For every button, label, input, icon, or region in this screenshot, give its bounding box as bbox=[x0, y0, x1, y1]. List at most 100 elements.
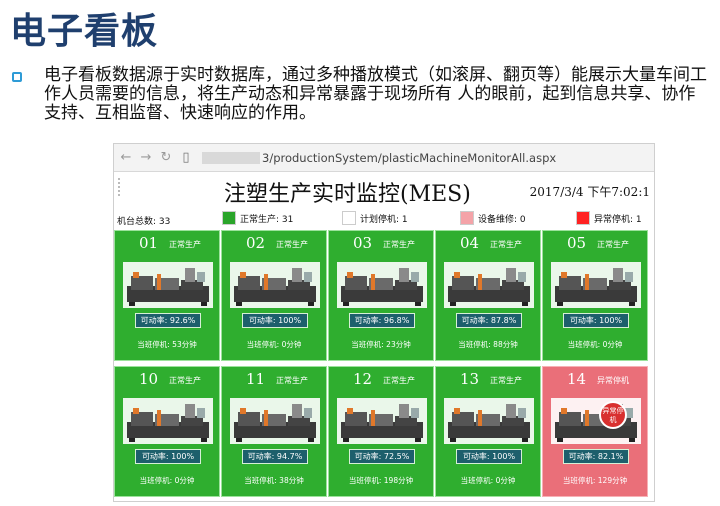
machine-image bbox=[551, 262, 641, 308]
mes-datetime: 2017/3/4 下午7:02:1 bbox=[529, 185, 650, 199]
shift-downtime: 当班停机: 0分钟 bbox=[139, 476, 195, 485]
machine-card[interactable]: 01 正常生产 可动率: 92.6% 当班停机: 53分钟 bbox=[114, 230, 220, 361]
shift-downtime: 当班停机: 53分钟 bbox=[137, 340, 197, 349]
machine-number: 13 bbox=[460, 370, 480, 388]
machine-status: 正常生产 bbox=[597, 240, 629, 249]
injection-machine-icon bbox=[123, 398, 213, 444]
logo-icon bbox=[118, 178, 130, 196]
shift-downtime: 当班停机: 198分钟 bbox=[348, 476, 414, 485]
injection-machine-icon bbox=[123, 262, 213, 308]
legend-planned: 计划停机: 1 bbox=[342, 211, 408, 225]
machine-status: 正常生产 bbox=[276, 240, 308, 249]
legend-normal: 正常生产: 31 bbox=[222, 211, 293, 225]
shift-downtime: 当班停机: 23分钟 bbox=[351, 340, 411, 349]
slide-title: 电子看板 bbox=[10, 11, 159, 52]
bullet-text: 电子看板数据源于实时数据库，通过多种播放模式（如滚屏、翻页等）能展示大量车间工作… bbox=[44, 65, 707, 123]
availability-rate: 可动率: 72.5% bbox=[349, 449, 415, 464]
shift-downtime: 当班停机: 0分钟 bbox=[460, 476, 516, 485]
back-icon[interactable]: ← bbox=[118, 150, 134, 165]
machine-status: 正常生产 bbox=[490, 376, 522, 385]
mes-title: 注塑生产实时监控(MES) bbox=[224, 182, 471, 207]
machine-number: 04 bbox=[460, 234, 480, 252]
machine-card[interactable]: 13 正常生产 可动率: 100% 当班停机: 0分钟 bbox=[435, 366, 541, 497]
machine-image bbox=[230, 262, 320, 308]
machine-status: 正常生产 bbox=[383, 240, 415, 249]
machine-card[interactable]: 10 正常生产 可动率: 100% 当班停机: 0分钟 bbox=[114, 366, 220, 497]
machine-number: 12 bbox=[353, 370, 373, 388]
address-bar: ← → ↻ ▯ 3/productionSystem/plasticMachin… bbox=[114, 144, 654, 172]
url-text: 3/productionSystem/plasticMachineMonitor… bbox=[262, 150, 557, 165]
machine-number: 11 bbox=[246, 370, 266, 388]
injection-machine-icon bbox=[551, 262, 641, 308]
legend-swatch bbox=[342, 211, 356, 225]
machine-status: 正常生产 bbox=[490, 240, 522, 249]
alarm-icon: 异常停机 bbox=[599, 401, 627, 429]
availability-rate: 可动率: 96.8% bbox=[349, 313, 415, 328]
machine-card[interactable]: 12 正常生产 可动率: 72.5% 当班停机: 198分钟 bbox=[328, 366, 434, 497]
injection-machine-icon bbox=[337, 262, 427, 308]
availability-rate: 可动率: 100% bbox=[135, 449, 201, 464]
machine-image bbox=[230, 398, 320, 444]
shift-downtime: 当班停机: 88分钟 bbox=[458, 340, 518, 349]
injection-machine-icon bbox=[337, 398, 427, 444]
machine-status: 正常生产 bbox=[169, 240, 201, 249]
availability-rate: 可动率: 100% bbox=[563, 313, 629, 328]
machine-image bbox=[444, 262, 534, 308]
legend-swatch bbox=[576, 211, 590, 225]
bullet-icon bbox=[12, 72, 22, 82]
availability-rate: 可动率: 92.6% bbox=[135, 313, 201, 328]
legend-label: 正常生产: 31 bbox=[240, 214, 294, 225]
shift-downtime: 当班停机: 0分钟 bbox=[567, 340, 623, 349]
machine-image bbox=[551, 398, 641, 444]
machine-card[interactable]: 14 异常停机 异常停机 可动率: 82.1% 当班停机: 129分钟 bbox=[542, 366, 648, 497]
machine-card[interactable]: 04 正常生产 可动率: 87.8% 当班停机: 88分钟 bbox=[435, 230, 541, 361]
url-field[interactable]: 3/productionSystem/plasticMachineMonitor… bbox=[200, 151, 556, 165]
availability-rate: 可动率: 82.1% bbox=[563, 449, 629, 464]
legend-swatch bbox=[460, 211, 474, 225]
machine-number: 01 bbox=[139, 234, 159, 252]
machine-status: 正常生产 bbox=[169, 376, 201, 385]
machine-number: 02 bbox=[246, 234, 266, 252]
availability-rate: 可动率: 100% bbox=[456, 449, 522, 464]
bullet-paragraph: 电子看板数据源于实时数据库，通过多种播放模式（如滚屏、翻页等）能展示大量车间工作… bbox=[12, 66, 712, 123]
legend-label: 异常停机: 1 bbox=[594, 214, 642, 225]
machine-card[interactable]: 11 正常生产 可动率: 94.7% 当班停机: 38分钟 bbox=[221, 366, 327, 497]
machine-image bbox=[123, 398, 213, 444]
machine-image bbox=[337, 262, 427, 308]
availability-rate: 可动率: 100% bbox=[242, 313, 308, 328]
machine-status: 异常停机 bbox=[597, 376, 629, 385]
reload-icon[interactable]: ↻ bbox=[158, 150, 174, 165]
legend-label: 设备维修: 0 bbox=[478, 214, 526, 225]
summary-bar: 机台总数: 33 正常生产: 31 计划停机: 1 设备维修: 0 异常停机: … bbox=[114, 208, 654, 230]
machine-card[interactable]: 05 正常生产 可动率: 100% 当班停机: 0分钟 bbox=[542, 230, 648, 361]
injection-machine-icon bbox=[444, 262, 534, 308]
injection-machine-icon bbox=[230, 398, 320, 444]
machine-image bbox=[444, 398, 534, 444]
shift-downtime: 当班停机: 38分钟 bbox=[244, 476, 304, 485]
machine-card[interactable]: 03 正常生产 可动率: 96.8% 当班停机: 23分钟 bbox=[328, 230, 434, 361]
legend-repair: 设备维修: 0 bbox=[460, 211, 526, 225]
shift-downtime: 当班停机: 0分钟 bbox=[246, 340, 302, 349]
injection-machine-icon bbox=[230, 262, 320, 308]
page-icon: ▯ bbox=[182, 150, 190, 165]
browser-window: ← → ↻ ▯ 3/productionSystem/plasticMachin… bbox=[113, 143, 655, 502]
legend-label: 计划停机: 1 bbox=[360, 214, 408, 225]
forward-icon[interactable]: → bbox=[138, 150, 154, 165]
shift-downtime: 当班停机: 129分钟 bbox=[562, 476, 628, 485]
availability-rate: 可动率: 94.7% bbox=[242, 449, 308, 464]
legend-swatch bbox=[222, 211, 236, 225]
injection-machine-icon bbox=[551, 398, 641, 444]
machine-image bbox=[337, 398, 427, 444]
injection-machine-icon bbox=[444, 398, 534, 444]
machine-number: 05 bbox=[567, 234, 587, 252]
machine-grid: 01 正常生产 可动率: 92.6% 当班停机: 53分钟 02 正常生产 可动率: 1… bbox=[114, 230, 654, 501]
machine-total: 机台总数: 33 bbox=[117, 217, 171, 227]
machine-image bbox=[123, 262, 213, 308]
machine-card[interactable]: 02 正常生产 可动率: 100% 当班停机: 0分钟 bbox=[221, 230, 327, 361]
mes-header: 注塑生产实时监控(MES) 2017/3/4 下午7:02:1 bbox=[114, 172, 654, 208]
availability-rate: 可动率: 87.8% bbox=[456, 313, 522, 328]
machine-number: 10 bbox=[139, 370, 159, 388]
machine-status: 正常生产 bbox=[383, 376, 415, 385]
machine-number: 03 bbox=[353, 234, 373, 252]
redacted-host bbox=[202, 152, 260, 164]
